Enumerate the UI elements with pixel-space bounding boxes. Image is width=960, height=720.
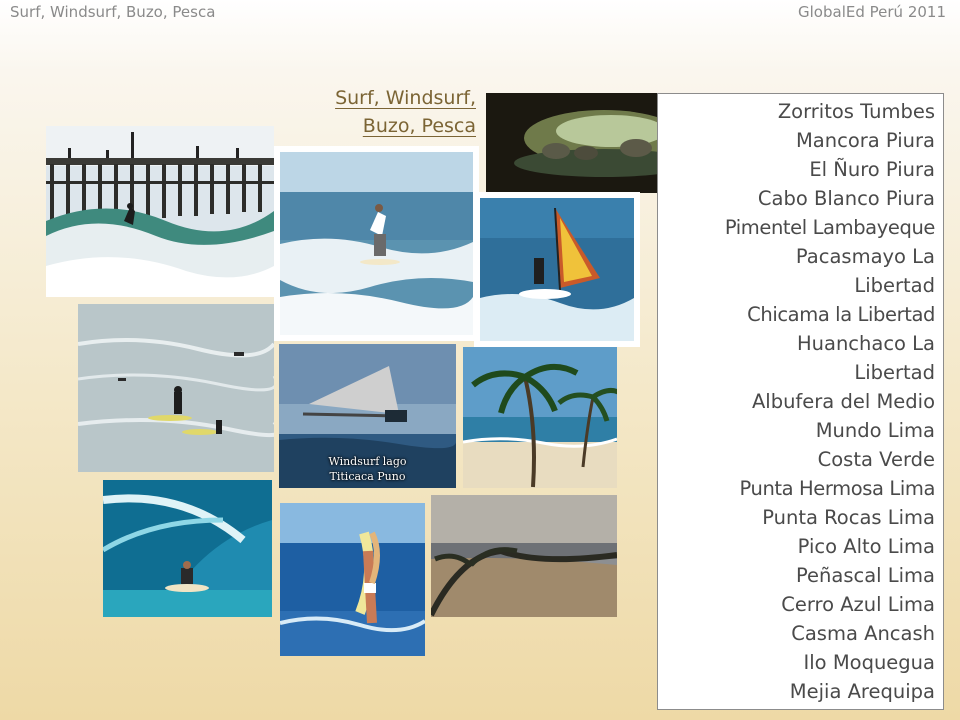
list-item: Peñascal Lima [795,564,935,587]
list-item: Pimentel Lambayeque [724,216,936,239]
photo-dusk-beach [431,495,617,617]
slide-title-line1: Surf, Windsurf, [335,87,476,109]
list-item: Chicama la Libertad [747,303,935,326]
list-item: Zorritos Tumbes [777,100,935,123]
location-list-panel: Zorritos Tumbes Mancora Piura El Ñuro Pi… [657,93,944,710]
list-item: Libertad [854,274,935,297]
list-item: Costa Verde [817,448,935,471]
photo-palm-beach [463,347,617,488]
list-item: Cabo Blanco Piura [757,187,935,210]
location-list: Zorritos Tumbes Mancora Piura El Ñuro Pi… [666,97,936,706]
photo-tube-surfer [103,480,272,617]
list-item: Cerro Azul Lima [781,593,935,616]
list-item: El Ñuro Piura [809,158,935,181]
caption-line2: Titicaca Puno [329,470,406,483]
list-item: Mancora Piura [795,129,935,152]
list-item: Mejia Arequipa [789,680,935,703]
list-item: Albufera del Medio [751,390,935,413]
list-item: Ilo Moquegua [803,651,935,674]
list-item: Casma Ancash [791,622,935,645]
photo-surfer-girl [280,503,425,656]
list-item: Mundo Lima [815,419,935,442]
photo-windsurf [474,192,640,347]
list-item: Punta Hermosa Lima [739,477,935,500]
list-item: Punta Rocas Lima [762,506,935,529]
header-footer-credit: GlobalEd Perú 2011 [798,3,946,21]
slide-title-line2: Buzo, Pesca [362,115,476,137]
photo-surfer-standing [274,146,479,341]
photo-windsurf-lago-titicaca: Windsurf lago Titicaca Puno [279,344,456,488]
slide-title: Surf, Windsurf, Buzo, Pesca [276,84,476,140]
header-presentation-title: Surf, Windsurf, Buzo, Pesca [10,3,216,21]
list-item: Pacasmayo La [795,245,935,268]
list-item: Huanchaco La [796,332,935,355]
list-item: Libertad [854,361,935,384]
photo-pier-surf [46,126,274,297]
caption-line1: Windsurf lago [328,455,407,468]
photo-surfers-paddling [78,304,274,472]
list-item: Pico Alto Lima [797,535,935,558]
